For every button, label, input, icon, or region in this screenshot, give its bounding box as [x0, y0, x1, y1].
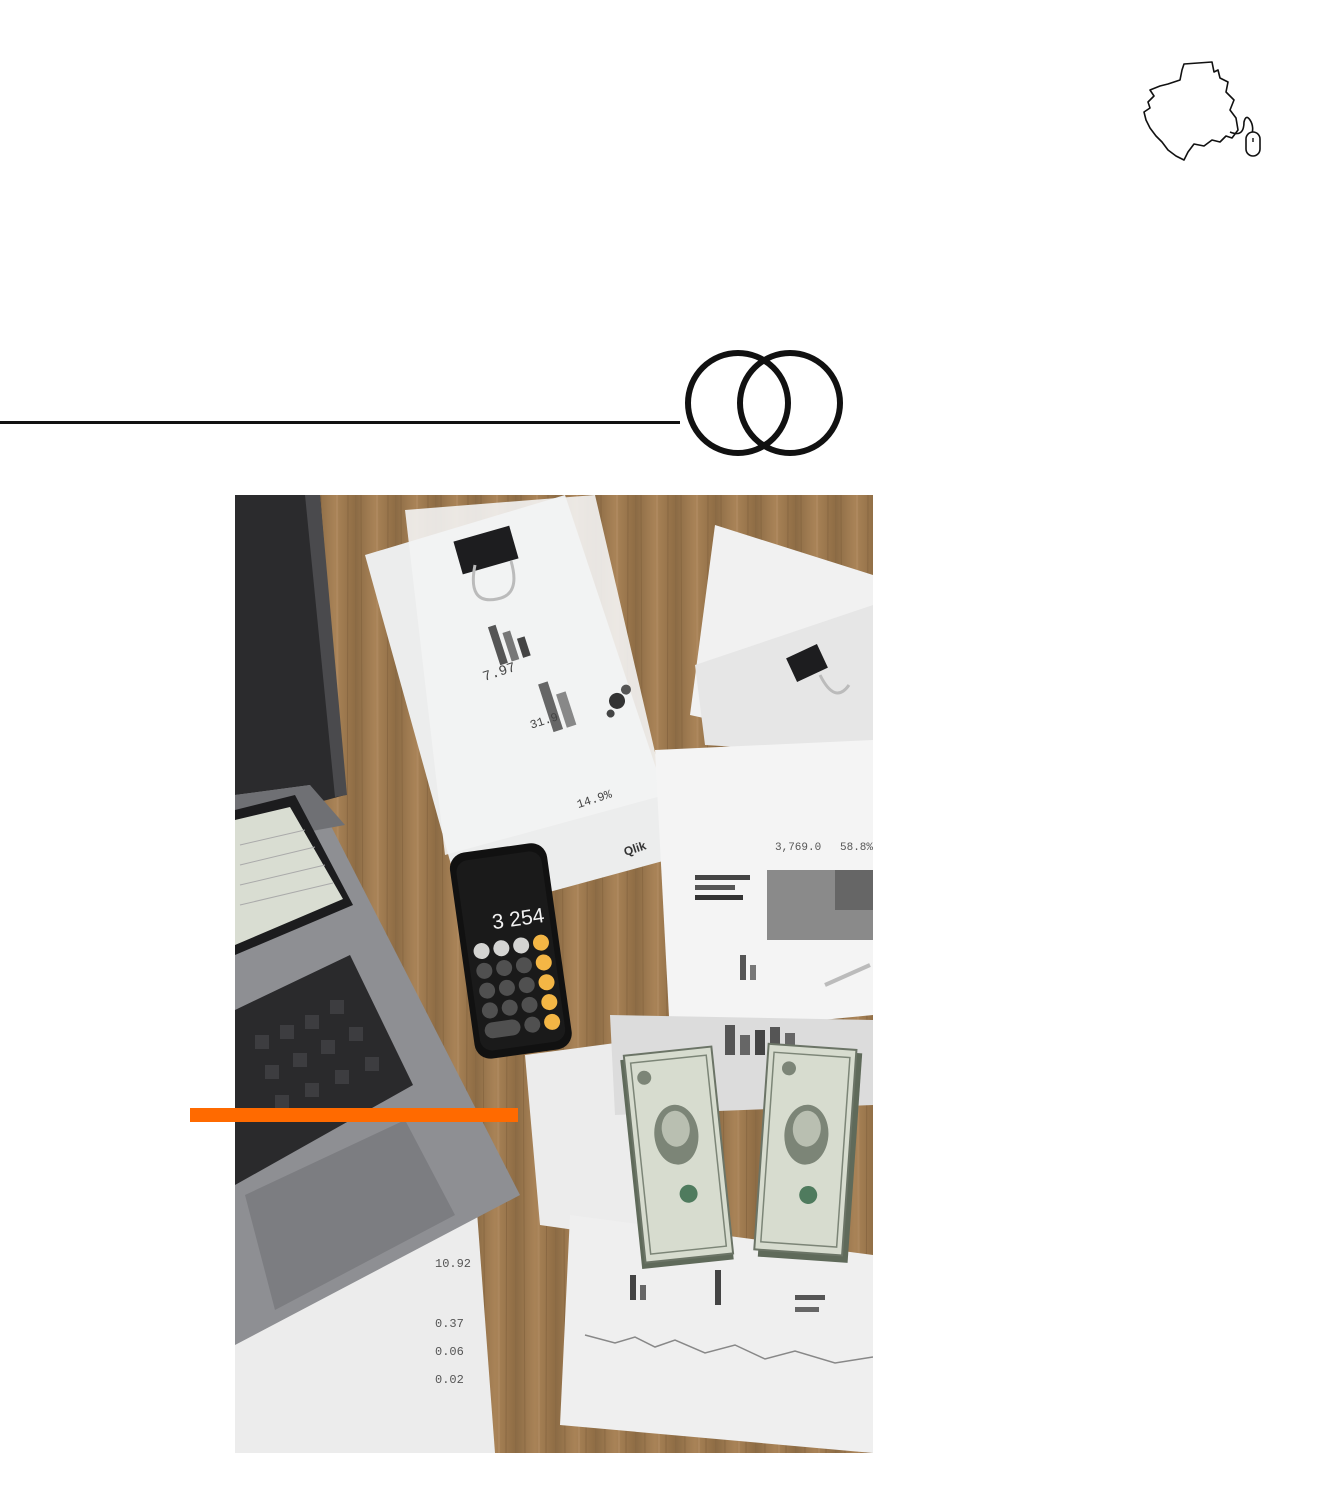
svg-text:10.92: 10.92	[435, 1257, 471, 1271]
gabon-map-mouse-icon	[1140, 60, 1270, 165]
interlocking-rings-icon	[682, 345, 850, 463]
gabon-outline	[1143, 61, 1239, 161]
cash-stack-2	[753, 1042, 863, 1263]
divider-line	[0, 411, 680, 424]
svg-text:0.06: 0.06	[435, 1345, 464, 1359]
finance-desk-photo: 7.97 31.9 14.9% Qlik 3,769.0 58.8% 10.92…	[235, 495, 873, 1453]
mouse-cable	[1229, 116, 1254, 135]
svg-text:3,769.0: 3,769.0	[775, 842, 821, 854]
mouse-body	[1245, 131, 1261, 157]
accent-bar	[190, 1108, 518, 1122]
svg-text:58.8%: 58.8%	[840, 842, 873, 854]
svg-text:0.02: 0.02	[435, 1373, 464, 1387]
svg-text:0.37: 0.37	[435, 1317, 464, 1331]
